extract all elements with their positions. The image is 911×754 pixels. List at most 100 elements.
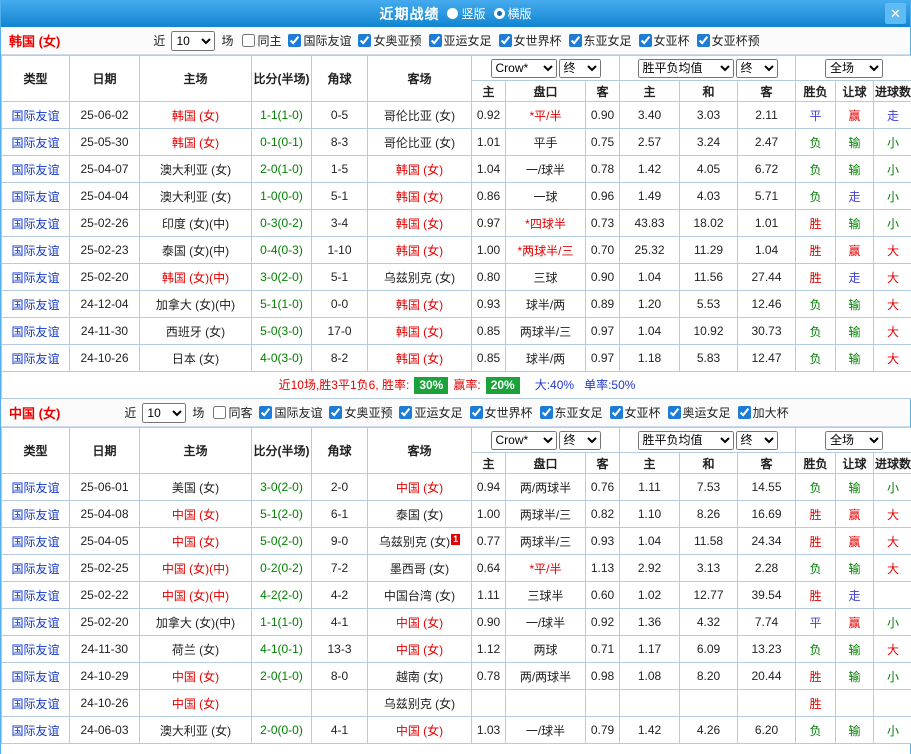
match-type-link[interactable]: 国际友谊 bbox=[1, 635, 70, 663]
match-type-link[interactable]: 国际友谊 bbox=[1, 344, 70, 372]
same-venue-checkbox[interactable]: 同主 bbox=[242, 32, 281, 49]
odds-stage-select[interactable]: 终 bbox=[558, 430, 601, 450]
goals-result-flag: 大 bbox=[873, 554, 911, 582]
handicap-line: 一/球半 bbox=[505, 716, 586, 744]
odds-source-select[interactable]: Crow* bbox=[490, 58, 557, 78]
match-type-link[interactable]: 国际友谊 bbox=[1, 182, 70, 210]
competition-checkbox-input[interactable] bbox=[667, 406, 681, 419]
odds-source-select[interactable]: Crow* bbox=[490, 430, 557, 450]
red-card-badge: 1 bbox=[451, 533, 461, 545]
competition-checkbox[interactable]: 加大杯 bbox=[737, 404, 789, 421]
competition-checkbox-input[interactable] bbox=[428, 34, 442, 47]
competition-checkbox-input[interactable] bbox=[696, 34, 710, 47]
competition-checkbox[interactable]: 奥运女足 bbox=[667, 404, 731, 421]
competition-checkbox-input[interactable] bbox=[539, 406, 553, 419]
avg-draw-odds: 4.26 bbox=[679, 716, 739, 744]
competition-checkbox[interactable]: 女奥亚预 bbox=[329, 404, 392, 421]
corner-score: 6-1 bbox=[311, 500, 368, 528]
competition-checkbox[interactable]: 女亚杯预 bbox=[696, 32, 760, 49]
competition-checkbox-input[interactable] bbox=[259, 406, 273, 419]
odds-group-header: Crow* 终 bbox=[470, 427, 621, 453]
competition-checkbox[interactable]: 女世界杯 bbox=[469, 404, 533, 421]
same-venue-checkbox-input[interactable] bbox=[242, 34, 256, 47]
match-date: 25-04-08 bbox=[69, 500, 140, 528]
competition-checkbox-input[interactable] bbox=[329, 406, 343, 419]
away-odds: 0.93 bbox=[584, 527, 621, 555]
match-type-link[interactable]: 国际友谊 bbox=[1, 527, 70, 555]
close-button[interactable]: ✕ bbox=[885, 3, 906, 24]
col-header: 主场 bbox=[139, 55, 252, 102]
avg-stage-select[interactable]: 终 bbox=[735, 58, 778, 78]
sub-col-header: 主 bbox=[471, 80, 506, 102]
competition-checkbox-input[interactable] bbox=[469, 406, 483, 419]
match-type-link[interactable]: 国际友谊 bbox=[1, 317, 70, 345]
competition-checkbox-input[interactable] bbox=[358, 34, 372, 47]
radio-label-horizontal: 横版 bbox=[507, 7, 532, 21]
same-venue-checkbox-input[interactable] bbox=[213, 406, 227, 419]
competition-checkbox[interactable]: 女亚杯 bbox=[609, 404, 661, 421]
match-score: 5-0(3-0) bbox=[251, 317, 312, 345]
competition-checkbox[interactable]: 国际友谊 bbox=[259, 404, 322, 421]
match-type-link[interactable]: 国际友谊 bbox=[1, 128, 70, 156]
avg-away-odds: 1.01 bbox=[737, 209, 797, 237]
competition-checkbox[interactable]: 女亚杯 bbox=[638, 32, 690, 49]
competition-checkbox[interactable]: 东亚女足 bbox=[539, 404, 603, 421]
scope-group-header: 全场 bbox=[795, 55, 911, 81]
competition-checkbox-input[interactable] bbox=[288, 34, 302, 47]
summary-big-rate: 大:40% bbox=[534, 378, 575, 392]
handicap-result-flag: 赢 bbox=[835, 527, 875, 555]
competition-checkbox[interactable]: 亚运女足 bbox=[399, 404, 463, 421]
competition-checkbox[interactable]: 东亚女足 bbox=[568, 32, 632, 49]
match-type-link[interactable]: 国际友谊 bbox=[1, 263, 70, 291]
competition-checkbox-input[interactable] bbox=[568, 34, 582, 47]
odds-stage-select[interactable]: 终 bbox=[558, 58, 601, 78]
competition-checkbox-input[interactable] bbox=[737, 406, 751, 419]
match-type-link[interactable]: 国际友谊 bbox=[1, 554, 70, 582]
handicap-line: 两/两球半 bbox=[505, 662, 586, 690]
match-type-link[interactable]: 国际友谊 bbox=[1, 155, 70, 183]
handicap-line: 球半/两 bbox=[505, 290, 586, 318]
competition-checkbox[interactable]: 女奥亚预 bbox=[358, 32, 422, 49]
match-type-link[interactable]: 国际友谊 bbox=[1, 290, 70, 318]
match-type-link[interactable]: 国际友谊 bbox=[1, 662, 70, 690]
match-type-link[interactable]: 国际友谊 bbox=[1, 473, 70, 501]
layout-radio-horizontal[interactable]: 横版 bbox=[493, 5, 532, 22]
scope-select[interactable]: 全场 bbox=[825, 430, 884, 450]
avg-away-odds: 2.28 bbox=[737, 554, 797, 582]
avg-source-select[interactable]: 胜平负均值 bbox=[637, 58, 734, 78]
same-venue-checkbox[interactable]: 同客 bbox=[213, 404, 252, 421]
avg-draw-odds: 4.32 bbox=[679, 608, 739, 636]
away-odds: 0.90 bbox=[584, 101, 621, 129]
competition-checkbox-input[interactable] bbox=[498, 34, 512, 47]
match-date: 24-10-26 bbox=[69, 689, 140, 717]
away-odds: 0.78 bbox=[584, 155, 621, 183]
avg-stage-select[interactable]: 终 bbox=[735, 430, 778, 450]
match-type-link[interactable]: 国际友谊 bbox=[1, 101, 70, 129]
avg-source-select[interactable]: 胜平负均值 bbox=[637, 430, 734, 450]
goals-result-flag: 小 bbox=[873, 473, 911, 501]
avg-away-odds: 30.73 bbox=[737, 317, 797, 345]
match-type-link[interactable]: 国际友谊 bbox=[1, 716, 70, 744]
competition-checkbox-input[interactable] bbox=[638, 34, 652, 47]
avg-home-odds: 1.04 bbox=[619, 527, 681, 555]
layout-radio-vertical[interactable]: 竖版 bbox=[447, 5, 486, 22]
competition-checkbox-input[interactable] bbox=[399, 406, 413, 419]
match-type-link[interactable]: 国际友谊 bbox=[1, 500, 70, 528]
scope-select[interactable]: 全场 bbox=[825, 58, 884, 78]
competition-checkbox[interactable]: 亚运女足 bbox=[428, 32, 492, 49]
match-type-link[interactable]: 国际友谊 bbox=[1, 689, 70, 717]
competition-checkbox[interactable]: 国际友谊 bbox=[288, 32, 351, 49]
handicap-line: 平手 bbox=[505, 128, 586, 156]
result-flag: 负 bbox=[795, 554, 837, 582]
handicap-result-flag: 输 bbox=[835, 317, 875, 345]
recent-count-select[interactable]: 10 bbox=[142, 402, 187, 423]
recent-count-select[interactable]: 10 bbox=[171, 30, 216, 51]
match-type-link[interactable]: 国际友谊 bbox=[1, 209, 70, 237]
match-type-link[interactable]: 国际友谊 bbox=[1, 581, 70, 609]
match-type-link[interactable]: 国际友谊 bbox=[1, 608, 70, 636]
competition-checkbox-input[interactable] bbox=[609, 406, 623, 419]
away-odds: 0.79 bbox=[584, 716, 621, 744]
competition-checkbox[interactable]: 女世界杯 bbox=[498, 32, 562, 49]
home-team: 中国 (女) bbox=[139, 689, 252, 717]
match-type-link[interactable]: 国际友谊 bbox=[1, 236, 70, 264]
